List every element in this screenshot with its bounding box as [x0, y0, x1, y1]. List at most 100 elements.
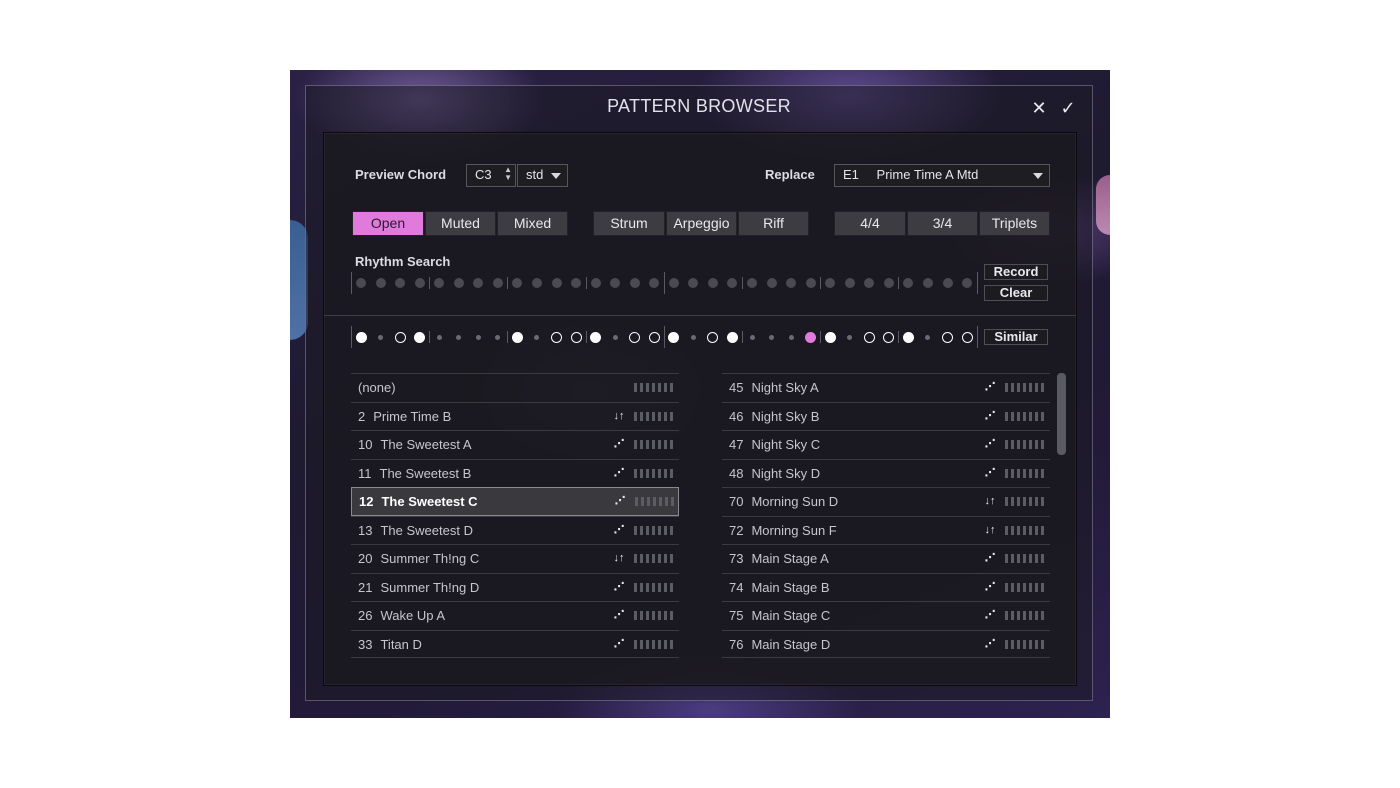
rhythm-step[interactable] — [942, 278, 953, 288]
filter-4-4-button[interactable]: 4/4 — [834, 211, 906, 236]
rhythm-step[interactable] — [727, 278, 738, 288]
rhythm-step[interactable] — [922, 278, 933, 288]
pattern-title: Wake Up A — [380, 608, 446, 623]
rhythm-step[interactable] — [512, 278, 523, 288]
rhythm-step[interactable] — [747, 278, 757, 288]
step-rest — [534, 334, 540, 340]
pattern-list-item[interactable]: 76 Main Stage D ⋰ — [722, 629, 1050, 658]
step-hit — [707, 331, 719, 343]
rhythm-step[interactable] — [805, 278, 816, 288]
pattern-list-item[interactable]: 33 Titan D ⋰ — [351, 629, 679, 658]
beat-divider — [742, 331, 743, 343]
pattern-list-item[interactable]: 74 Main Stage B ⋰ — [722, 572, 1050, 602]
filter-open-button[interactable]: Open — [352, 211, 424, 236]
pattern-list-item[interactable]: 70 Morning Sun D ↓↑ — [722, 487, 1050, 516]
pattern-list-item[interactable]: 10 The Sweetest A ⋰ — [351, 430, 679, 459]
pattern-name: 47 Night Sky C — [729, 431, 820, 458]
pattern-number: 72 — [729, 522, 744, 538]
rhythm-step[interactable] — [649, 278, 660, 288]
rhythm-step[interactable] — [962, 278, 973, 288]
rhythm-step[interactable] — [844, 278, 855, 288]
strum-icon: ⋰ — [984, 466, 996, 479]
step-accent — [902, 331, 914, 343]
rhythm-step[interactable] — [375, 278, 386, 288]
rhythm-step[interactable] — [629, 278, 640, 288]
rhythm-step[interactable] — [883, 278, 894, 288]
pattern-list-item[interactable]: 72 Morning Sun F ↓↑ — [722, 515, 1050, 545]
filter-muted-button[interactable]: Muted — [425, 211, 496, 236]
filter-strum-button[interactable]: Strum — [593, 211, 665, 236]
rhythm-step[interactable] — [590, 278, 601, 288]
clear-button[interactable]: Clear — [984, 285, 1048, 301]
rhythm-step[interactable] — [492, 278, 503, 288]
rhythm-step[interactable] — [531, 278, 542, 288]
pattern-list-item[interactable]: 20 Summer Th!ng C ↓↑ — [351, 544, 679, 573]
pattern-name: 21 Summer Th!ng D — [358, 574, 479, 601]
rhythm-step[interactable] — [434, 278, 445, 288]
replace-select[interactable]: E1 Prime Time A Mtd — [834, 164, 1050, 187]
stepper-arrows-icon[interactable]: ▲ ▼ — [504, 166, 512, 182]
pattern-list-item[interactable]: 73 Main Stage A ⋰ — [722, 544, 1050, 573]
pattern-list-item[interactable]: (none) — [351, 373, 679, 402]
rhythm-step[interactable] — [453, 278, 464, 288]
rhythm-step[interactable] — [825, 278, 836, 288]
confirm-icon[interactable]: ✓ — [1057, 96, 1079, 120]
beat-divider — [351, 326, 352, 348]
pattern-list-item[interactable]: 45 Night Sky A ⋰ — [722, 373, 1050, 402]
close-icon[interactable]: ✕ — [1028, 96, 1050, 120]
filter-arpeggio-button[interactable]: Arpeggio — [666, 211, 737, 236]
browser-panel: Preview Chord C3 ▲ ▼ std Replace E1 Prime… — [323, 132, 1077, 686]
strum-icon: ⋰ — [613, 609, 625, 621]
chord-type-select[interactable]: std — [517, 164, 568, 187]
rhythm-step[interactable] — [688, 278, 699, 288]
rating-bars-icon — [1005, 525, 1045, 535]
scrollbar[interactable] — [1057, 373, 1066, 455]
rhythm-step[interactable] — [668, 278, 679, 288]
pattern-list-item[interactable]: 48 Night Sky D ⋰ — [722, 458, 1050, 488]
pattern-list-item[interactable]: 13 The Sweetest D ⋰ — [351, 515, 679, 545]
rhythm-step[interactable] — [571, 278, 582, 288]
pattern-list-item[interactable]: 21 Summer Th!ng D ⋰ — [351, 572, 679, 602]
rating-bars-icon — [635, 497, 675, 506]
step-hit — [629, 331, 641, 343]
rhythm-search-label: Rhythm Search — [355, 254, 451, 269]
similar-button[interactable]: Similar — [984, 329, 1048, 345]
rhythm-step[interactable] — [395, 278, 406, 288]
rhythm-step[interactable] — [903, 278, 914, 288]
pattern-list-item[interactable]: 11 The Sweetest B ⋰ — [351, 458, 679, 488]
step-rest — [749, 334, 755, 340]
rhythm-step[interactable] — [356, 278, 366, 288]
chord-root-stepper[interactable]: C3 ▲ ▼ — [466, 164, 516, 187]
rhythm-step[interactable] — [786, 278, 797, 288]
filter-riff-button[interactable]: Riff — [738, 211, 809, 236]
pattern-name: 73 Main Stage A — [729, 545, 829, 572]
up-down-arrows-icon: ↓↑ — [613, 552, 625, 564]
rhythm-step[interactable] — [610, 278, 621, 288]
filter-3-4-button[interactable]: 3/4 — [907, 211, 978, 236]
filter-triplets-button[interactable]: Triplets — [979, 211, 1050, 236]
rhythm-step[interactable] — [766, 278, 777, 288]
pattern-list-item[interactable]: 2 Prime Time B ↓↑ — [351, 401, 679, 431]
chevron-down-icon — [1033, 173, 1043, 179]
pattern-list-item[interactable]: 46 Night Sky B ⋰ — [722, 401, 1050, 431]
rating-bars-icon — [1005, 497, 1045, 506]
rhythm-step[interactable] — [864, 278, 875, 288]
pattern-list-item[interactable]: 12 The Sweetest C ⋰ — [351, 487, 679, 516]
chevron-down-icon — [551, 173, 561, 179]
pattern-list-item[interactable]: 75 Main Stage C ⋰ — [722, 601, 1050, 630]
rhythm-step[interactable] — [414, 278, 425, 288]
rhythm-step[interactable] — [707, 278, 718, 288]
pattern-title: Morning Sun F — [751, 522, 837, 538]
pattern-list-item[interactable]: 47 Night Sky C ⋰ — [722, 430, 1050, 459]
pattern-list-item[interactable]: 26 Wake Up A ⋰ — [351, 601, 679, 630]
rating-bars-icon — [634, 582, 674, 592]
step-rest — [612, 334, 618, 340]
rating-bars-icon — [634, 468, 674, 478]
pattern-title: Night Sky D — [751, 465, 821, 481]
rhythm-step[interactable] — [473, 278, 484, 288]
record-button[interactable]: Record — [984, 264, 1048, 280]
pattern-number: 76 — [729, 636, 744, 652]
rhythm-step[interactable] — [551, 278, 562, 288]
pattern-number: 11 — [358, 465, 372, 481]
filter-mixed-button[interactable]: Mixed — [497, 211, 568, 236]
